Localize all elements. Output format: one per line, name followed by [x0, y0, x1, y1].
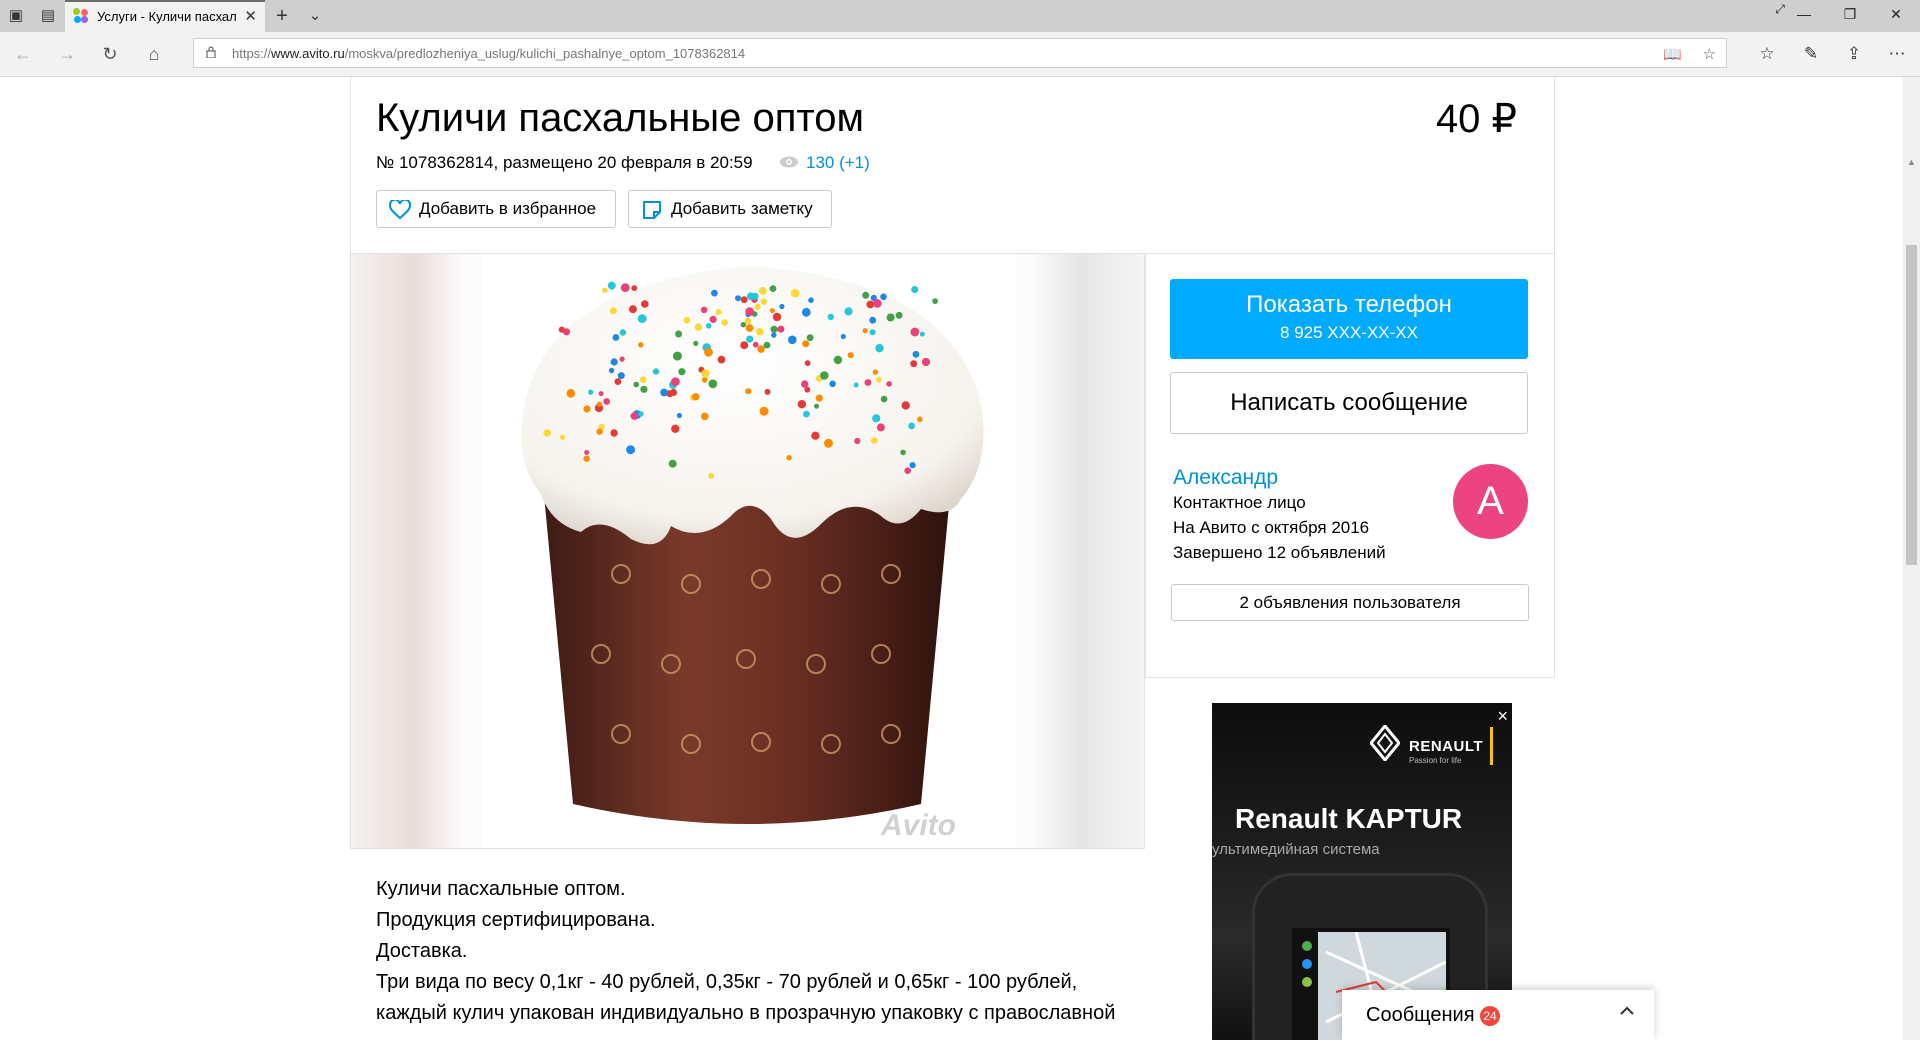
description-line: Три вида по весу 0,1кг - 40 рублей, 0,35…: [376, 971, 1078, 993]
add-favorite-label: Добавить в избранное: [419, 199, 597, 218]
heart-icon: [389, 200, 411, 220]
more-icon[interactable]: ⋯: [1886, 44, 1908, 64]
lock-icon: [206, 46, 216, 58]
brand-accent-bar: [1490, 727, 1493, 765]
resize-icon: ⤢: [1775, 2, 1785, 16]
refresh-icon[interactable]: ↻: [99, 44, 121, 64]
user-ads-button[interactable]: 2 объявления пользователя: [1171, 584, 1529, 621]
banner-brand-tagline: Passion for life: [1409, 756, 1462, 765]
description-line: Продукция сертифицирована.: [376, 909, 656, 931]
url-text: https://www.avito.ru/moskva/predlozheniy…: [232, 46, 746, 61]
favorite-star-icon[interactable]: ☆: [1703, 45, 1716, 63]
new-tab-icon[interactable]: +: [272, 6, 292, 26]
url-input[interactable]: https://www.avito.ru/moskva/predlozheniy…: [193, 38, 1727, 68]
web-note-icon[interactable]: ✎: [1800, 44, 1822, 64]
messages-label: Сообщения: [1366, 1004, 1475, 1026]
show-phone-button[interactable]: Показать телефон 8 925 XXX-XX-XX: [1170, 279, 1528, 359]
listing-meta: № 1078362814, размещено 20 февраля в 20:…: [376, 153, 753, 172]
browser-tab-bar: ▣ ▤ Услуги - Куличи пасхал ✕ + ⌄ ⤢ — ❐ ✕: [0, 0, 1920, 32]
views-count[interactable]: 130 (+1): [806, 153, 870, 173]
listing-price: 40 ₽: [1435, 97, 1517, 141]
show-phone-label: Показать телефон: [1246, 291, 1452, 318]
browser-tab-active[interactable]: Услуги - Куличи пасхал ✕: [65, 0, 265, 32]
home-icon[interactable]: ⌂: [143, 44, 165, 64]
messages-count-badge: 24: [1480, 1006, 1500, 1026]
share-icon[interactable]: ⇪: [1843, 44, 1865, 64]
add-note-button[interactable]: Добавить заметку: [628, 190, 832, 228]
eye-icon: [780, 156, 798, 168]
seller-completed: Завершено 12 объявлений: [1173, 543, 1386, 562]
tabs-aside-icon[interactable]: ▤: [38, 6, 58, 26]
tab-actions-icon[interactable]: ▣: [6, 6, 26, 26]
reading-view-icon[interactable]: 📖: [1663, 45, 1682, 63]
banner-brand: RENAULT: [1409, 738, 1484, 755]
add-note-label: Добавить заметку: [671, 199, 813, 218]
renault-logo-icon: [1370, 725, 1400, 761]
seller-avatar[interactable]: A: [1453, 464, 1528, 539]
back-icon[interactable]: ←: [12, 44, 34, 64]
write-message-button[interactable]: Написать сообщение: [1170, 372, 1528, 434]
add-favorite-button[interactable]: Добавить в избранное: [376, 190, 616, 228]
description-line: каждый кулич упакован индивидуально в пр…: [376, 1002, 1116, 1024]
forward-icon[interactable]: →: [56, 44, 78, 64]
description-line: Куличи пасхальные оптом.: [376, 878, 626, 900]
scrollbar-thumb[interactable]: [1906, 245, 1917, 565]
tab-close-icon[interactable]: ✕: [244, 7, 257, 25]
chevron-up-icon[interactable]: [1620, 1004, 1634, 1018]
seller-name-link[interactable]: Александр: [1173, 466, 1278, 490]
minimize-icon[interactable]: —: [1794, 6, 1814, 22]
banner-subtitle: ультимедийная система: [1212, 841, 1380, 858]
avito-watermark: Avito: [881, 809, 956, 842]
restore-icon[interactable]: ❐: [1840, 6, 1860, 23]
banner-close-icon[interactable]: ×: [1497, 706, 1508, 727]
tab-title: Услуги - Куличи пасхал: [97, 9, 237, 24]
kulich-cake-image: [521, 266, 984, 824]
photo-gallery[interactable]: Avito: [350, 253, 1145, 849]
listing-photo[interactable]: Avito: [481, 254, 1016, 848]
favorites-hub-icon[interactable]: ☆: [1756, 44, 1778, 64]
scroll-up-icon[interactable]: ▲: [1906, 157, 1917, 167]
banner-title: Renault KAPTUR: [1235, 803, 1463, 834]
description-line: Доставка.: [376, 940, 468, 962]
phone-masked: 8 925 XXX-XX-XX: [1280, 323, 1418, 342]
note-icon: [643, 201, 661, 219]
address-bar: ← → ↻ ⌂ https://www.avito.ru/moskva/pred…: [0, 32, 1920, 77]
seller-role: Контактное лицо: [1173, 493, 1306, 512]
listing-title: Куличи пасхальные оптом: [376, 96, 865, 140]
tab-list-chevron-icon[interactable]: ⌄: [305, 6, 325, 26]
close-window-icon[interactable]: ✕: [1886, 6, 1906, 23]
seller-since: На Авито с октября 2016: [1173, 518, 1370, 537]
avito-favicon-icon: [73, 8, 89, 24]
messages-panel[interactable]: Сообщения 24: [1342, 990, 1654, 1040]
